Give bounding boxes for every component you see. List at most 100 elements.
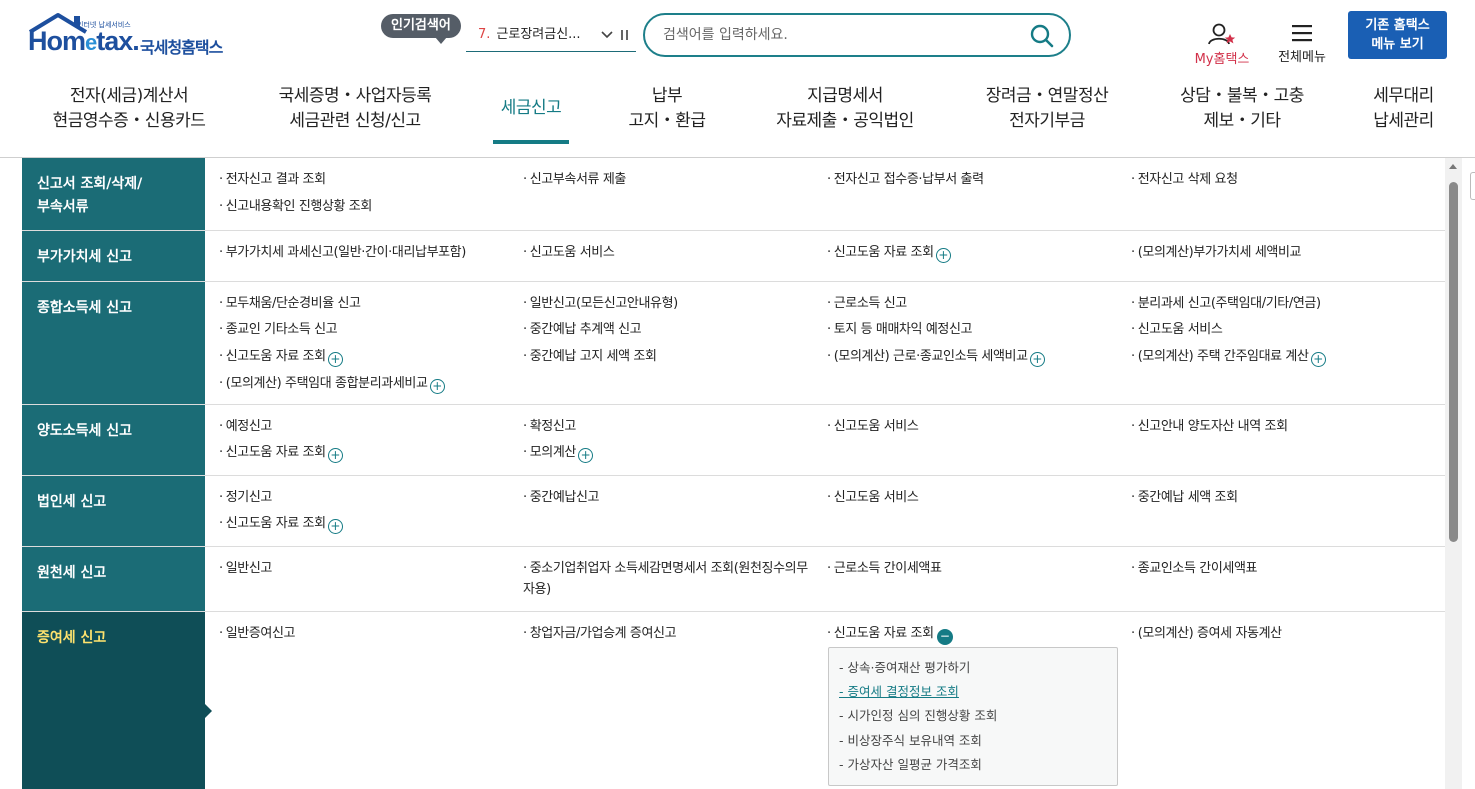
gnb-certificate-registration[interactable]: 국세증명・사업자등록 세금관련 신청/신고 (270, 84, 440, 134)
submenu-item[interactable]: 시가인정 심의 진행상황 조회 (839, 704, 1117, 728)
menu-link-expandable[interactable]: 신고도움 자료 조회+ (827, 244, 951, 263)
menu-link-label: 신고도움 자료 조회 (833, 626, 934, 641)
menu-link[interactable]: 전자신고 삭제 요청 (1131, 171, 1238, 189)
plus-circle-icon[interactable]: + (935, 248, 951, 263)
search-icon[interactable] (1029, 23, 1055, 49)
menu-link[interactable]: 신고안내 양도자산 내역 조회 (1131, 418, 1288, 436)
menu-link[interactable]: 신고부속서류 제출 (523, 171, 627, 189)
menu-link[interactable]: 중간예납 추계액 신고 (523, 321, 642, 339)
gnb-line: 자료제출・공익법인 (776, 111, 914, 131)
menu-link-expandable[interactable]: (모의계산) 근로·종교인소득 세액비교+ (827, 348, 1045, 367)
menu-link[interactable]: 신고내용확인 진행상황 조회 (219, 198, 373, 216)
menu-link-label: 모의계산 (529, 445, 577, 460)
hamburger-icon (1292, 25, 1312, 42)
menu-link[interactable]: 중간예납 세액 조회 (1131, 489, 1238, 507)
plus-circle-icon[interactable]: + (1310, 352, 1326, 367)
logo-org-name: 국세청홈택스 (140, 38, 223, 57)
menu-link[interactable]: 신고도움 서비스 (1131, 321, 1223, 339)
scrollbar-thumb[interactable] (1449, 182, 1458, 542)
menu-link[interactable]: 모두채움/단순경비율 신고 (219, 295, 361, 313)
category-gift-tax[interactable]: 증여세 신고 (22, 612, 212, 789)
menu-link[interactable]: 정기신고 (219, 489, 273, 507)
gnb-line: 세금관련 신청/신고 (289, 111, 421, 131)
menu-link[interactable]: 예정신고 (219, 418, 273, 436)
plus-circle-icon[interactable]: + (327, 448, 343, 463)
category-report-inquiry[interactable]: 신고서 조회/삭제/ 부속서류 (22, 158, 205, 230)
menu-link[interactable]: 신고도움 서비스 (827, 418, 919, 436)
menu-link[interactable]: 전자신고 접수증·납부서 출력 (827, 171, 984, 189)
gnb-consult-appeal[interactable]: 상담・불복・고충 제보・기타 (1162, 84, 1322, 134)
menu-link[interactable]: 확정신고 (523, 418, 577, 436)
menu-link[interactable]: 토지 등 매매차익 예정신고 (827, 321, 973, 339)
minus-circle-icon[interactable]: − (936, 629, 953, 645)
gnb-payment-statement[interactable]: 지급명세서자료제출・공익법인 (760, 84, 930, 134)
gnb-line: 지급명세서 (807, 86, 883, 106)
scroll-up-arrow-icon[interactable] (1449, 164, 1457, 169)
menu-link[interactable]: (모의계산)부가가치세 세액비교 (1131, 244, 1302, 262)
menu-link[interactable]: 일반신고(모든신고안내유형) (523, 295, 678, 313)
gnb-incentive-yearend[interactable]: 장려금・연말정산 전자기부금 (962, 84, 1132, 134)
gnb-line: 세금신고 (500, 98, 562, 118)
gnb-tax-return[interactable]: 세금신고 (486, 96, 576, 121)
menu-link[interactable]: 신고도움 서비스 (523, 244, 615, 262)
plus-circle-icon[interactable]: + (429, 379, 445, 394)
menu-row-corporate-tax: 법인세 신고 정기신고 중간예납신고 신고도움 서비스 중간예납 세액 조회 신… (22, 476, 1445, 547)
search-box (643, 13, 1071, 57)
submenu-item[interactable]: 상속·증여재산 평가하기 (839, 656, 1117, 680)
menu-link-expandable[interactable]: 모의계산+ (523, 444, 593, 463)
plus-circle-icon[interactable]: + (327, 352, 343, 367)
gnb-payment[interactable]: 납부 고지・환급 (612, 84, 722, 134)
all-menu-button[interactable]: 전체메뉴 (1272, 22, 1332, 65)
old-hometax-menu-button[interactable]: 기존 홈택스 메뉴 보기 (1348, 11, 1447, 59)
popular-search-term[interactable]: 근로장려금신... (496, 27, 580, 42)
category-withholding[interactable]: 원천세 신고 (22, 547, 205, 611)
plus-circle-icon[interactable]: + (577, 448, 593, 463)
category-income-tax[interactable]: 종합소득세 신고 (22, 282, 205, 404)
vertical-scrollbar[interactable] (1445, 158, 1462, 789)
side-panel-tab[interactable] (1470, 172, 1475, 200)
menu-link[interactable]: 일반신고 (219, 560, 273, 578)
popular-search-ticker[interactable]: 7. 근로장려금신... (466, 22, 636, 52)
menu-link[interactable]: 종교인 기타소득 신고 (219, 321, 338, 339)
menu-link-expandable[interactable]: (모의계산) 주택임대 종합분리과세비교+ (219, 375, 445, 394)
category-vat[interactable]: 부가가치세 신고 (22, 231, 205, 281)
logo-brand: Hometax. (28, 26, 140, 56)
menu-link[interactable]: 일반증여신고 (219, 625, 296, 643)
menu-link[interactable]: 창업자금/가업승계 증여신고 (523, 625, 677, 643)
gnb-e-invoice[interactable]: 전자(세금)계산서 현금영수증・신용카드 (44, 84, 214, 134)
category-capital-gains[interactable]: 양도소득세 신고 (22, 405, 205, 475)
menu-link-expandable[interactable]: 신고도움 자료 조회+ (219, 515, 343, 534)
search-input[interactable] (663, 24, 1023, 46)
my-hometax-label: My홈택스 (1194, 52, 1250, 67)
menu-link-expandable[interactable]: 신고도움 자료 조회+ (219, 444, 343, 463)
submenu-item-active[interactable]: 증여세 결정정보 조회 (839, 680, 1117, 704)
gnb-tax-agent[interactable]: 세무대리 납세관리 (1356, 84, 1451, 134)
category-corporate-tax[interactable]: 법인세 신고 (22, 476, 205, 546)
gnb-line: 장려금・연말정산 (985, 86, 1109, 106)
menu-link-expanded[interactable]: 신고도움 자료 조회− (827, 625, 953, 645)
menu-link[interactable]: 종교인소득 간이세액표 (1131, 560, 1258, 578)
chevron-down-icon[interactable] (600, 30, 614, 40)
menu-link[interactable]: 부가가치세 과세신고(일반·간이·대리납부포함) (219, 244, 467, 262)
menu-link-expandable[interactable]: 신고도움 자료 조회+ (219, 348, 343, 367)
gnb-line: 상담・불복・고충 (1180, 86, 1304, 106)
pause-icon[interactable] (620, 29, 630, 41)
menu-link[interactable]: 전자신고 결과 조회 (219, 171, 326, 189)
popular-rank-number: 7. (478, 27, 491, 42)
menu-link[interactable]: 근로소득 간이세액표 (827, 560, 942, 578)
my-hometax-button[interactable]: My홈택스 (1190, 22, 1254, 67)
menu-link[interactable]: 중소기업취업자 소득세감면명세서 조회(원천징수의무자용) (523, 558, 813, 600)
ticker-controls (600, 22, 630, 48)
plus-circle-icon[interactable]: + (1029, 352, 1045, 367)
plus-circle-icon[interactable]: + (327, 519, 343, 534)
menu-link[interactable]: 분리과세 신고(주택임대/기타/연금) (1131, 295, 1321, 313)
menu-link[interactable]: (모의계산) 증여세 자동계산 (1131, 625, 1282, 643)
submenu-item[interactable]: 가상자산 일평균 가격조회 (839, 753, 1117, 777)
menu-link[interactable]: 중간예납신고 (523, 489, 600, 507)
menu-link[interactable]: 근로소득 신고 (827, 295, 907, 313)
hometax-logo[interactable]: 인터넷 납세서비스 Hometax. 국세청홈택스 (22, 12, 242, 58)
menu-link[interactable]: 신고도움 서비스 (827, 489, 919, 507)
menu-link-expandable[interactable]: (모의계산) 주택 간주임대료 계산+ (1131, 348, 1326, 367)
menu-link[interactable]: 중간예납 고지 세액 조회 (523, 348, 657, 366)
submenu-item[interactable]: 비상장주식 보유내역 조회 (839, 729, 1117, 753)
